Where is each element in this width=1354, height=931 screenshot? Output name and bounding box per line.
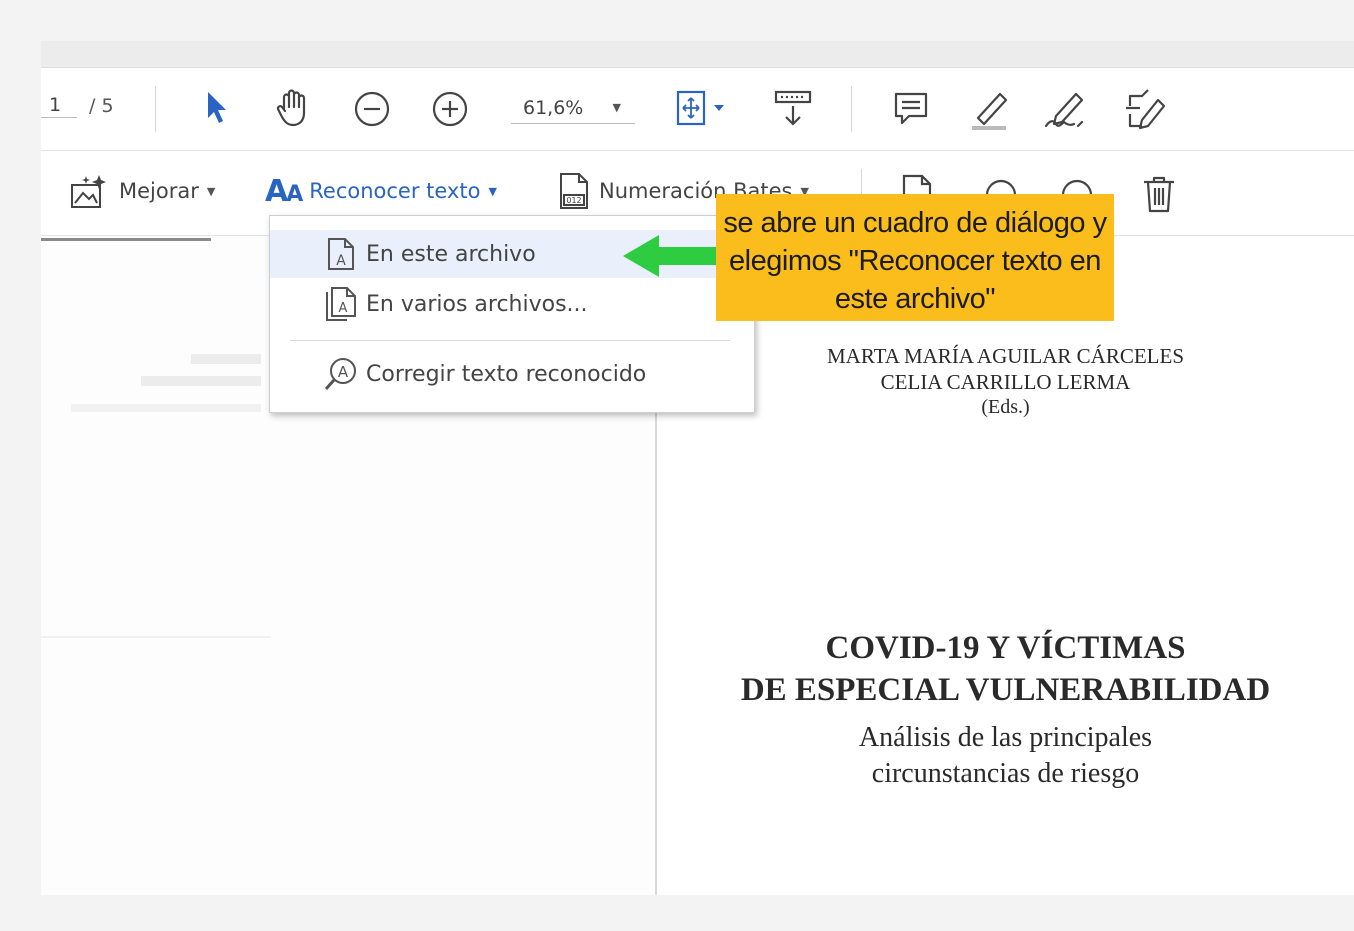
- pdf-app-window: 1 / 5 61,6% ▼ Mejorar ▼ AA Reconocer tex…: [41, 41, 1354, 895]
- enhance-label: Mejorar: [119, 179, 199, 203]
- recognize-text-label: Reconocer texto: [309, 179, 481, 203]
- sign-icon[interactable]: [1041, 86, 1091, 132]
- recognize-text-icon: AA: [265, 173, 303, 209]
- comment-icon[interactable]: [889, 88, 933, 130]
- menu-item-correct-text[interactable]: A Corregir texto reconocido: [270, 350, 754, 398]
- callout-line-2: elegimos "Reconocer texto en: [729, 245, 1101, 277]
- annotation-callout: se abre un cuadro de diálogo y elegimos …: [716, 194, 1114, 321]
- svg-text:A: A: [338, 363, 349, 381]
- svg-text:A: A: [336, 253, 346, 269]
- enhance-button[interactable]: Mejorar ▼: [69, 171, 215, 211]
- editors-line-1: MARTA MARÍA AGUILAR CÁRCELES: [826, 344, 1184, 368]
- recognize-text-button[interactable]: AA Reconocer texto ▼: [265, 171, 497, 211]
- fit-page-icon[interactable]: [673, 88, 733, 128]
- svg-text:A: A: [339, 301, 348, 316]
- faint-line: [41, 636, 271, 638]
- zoom-value: 61,6%: [523, 97, 584, 119]
- menu-separator: [290, 340, 730, 341]
- book-subtitle-line-2: circunstancias de riesgo: [871, 758, 1140, 789]
- highlight-pen-icon[interactable]: [965, 86, 1013, 132]
- menu-item-label: En este archivo: [366, 241, 536, 267]
- faint-text-block: [191, 354, 261, 364]
- multiple-files-icon: A: [316, 286, 366, 322]
- edit-document-icon[interactable]: [1119, 86, 1169, 132]
- toolbar-separator: [851, 86, 852, 132]
- callout-line-1: se abre un cuadro de diálogo y: [723, 207, 1107, 239]
- page-right: MARTA MARÍA AGUILAR CÁRCELES CELIA CARRI…: [657, 236, 1354, 895]
- chevron-down-icon: ▼: [612, 101, 621, 114]
- page-total-label: / 5: [89, 95, 114, 117]
- chevron-down-icon: ▼: [206, 184, 216, 198]
- faint-text-block: [71, 404, 261, 412]
- callout-line-3: este archivo": [834, 283, 996, 315]
- page-number-input[interactable]: 1: [41, 92, 77, 118]
- hand-tool-icon[interactable]: [271, 86, 315, 130]
- file-text-icon: A: [316, 237, 366, 271]
- magnifier-text-icon: A: [316, 356, 366, 392]
- menu-item-label: En varios archivos...: [366, 291, 588, 317]
- zoom-in-icon[interactable]: [429, 88, 471, 130]
- svg-text:012: 012: [566, 196, 581, 205]
- book-title-line-1: COVID-19 Y VÍCTIMAS: [825, 630, 1186, 666]
- book-subtitle-line-1: Análisis de las principales: [858, 722, 1153, 753]
- zoom-level-select[interactable]: 61,6% ▼: [511, 92, 635, 124]
- toolbar-separator: [155, 86, 156, 132]
- enhance-icon: [71, 175, 106, 208]
- trash-icon[interactable]: [1139, 173, 1179, 215]
- chevron-down-icon: ▼: [488, 184, 497, 198]
- zoom-out-icon[interactable]: [351, 88, 393, 130]
- top-strip: [41, 41, 1354, 68]
- faint-text-block: [141, 376, 261, 386]
- editors-line-3: (Eds.): [981, 396, 1030, 418]
- book-title-line-2: DE ESPECIAL VULNERABILIDAD: [740, 672, 1271, 708]
- main-toolbar: 1 / 5 61,6% ▼: [41, 68, 1354, 151]
- menu-item-label: Corregir texto reconocido: [366, 361, 647, 387]
- page-edge-shadow: [41, 238, 211, 241]
- select-arrow-icon[interactable]: [199, 88, 235, 128]
- green-arrow-icon: [623, 235, 719, 277]
- scroll-mode-icon[interactable]: [771, 88, 815, 130]
- bates-icon: 012: [560, 173, 588, 209]
- editors-line-2: CELIA CARRILLO LERMA: [880, 370, 1131, 394]
- menu-item-multiple-files[interactable]: A En varios archivos...: [270, 280, 754, 328]
